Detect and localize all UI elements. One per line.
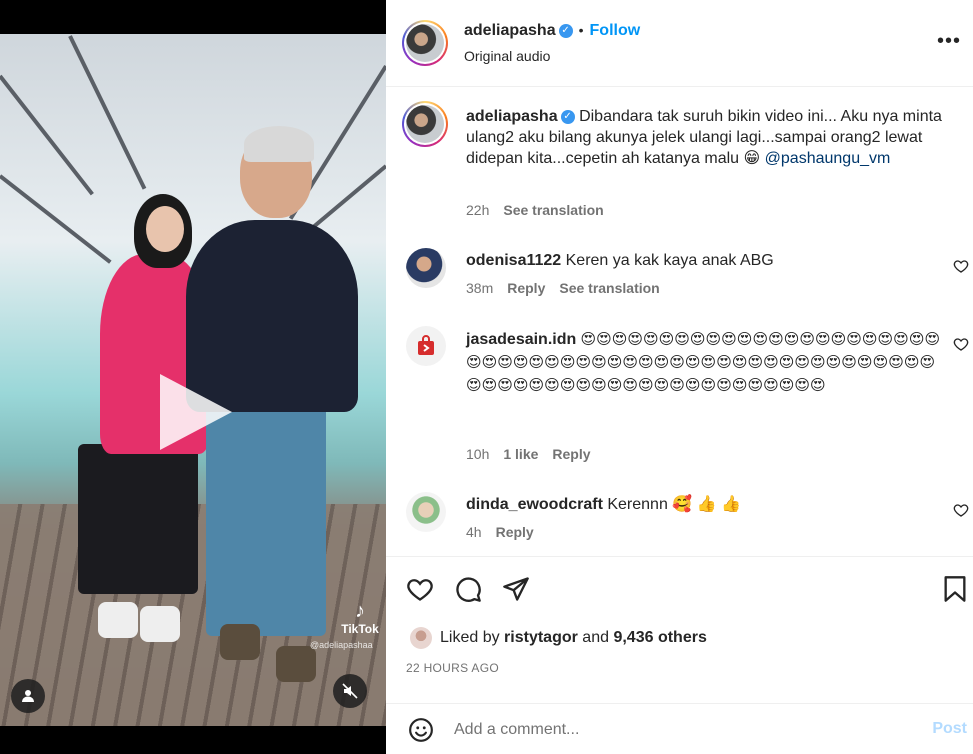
shopping-bag-icon (418, 335, 434, 355)
author-username[interactable]: adeliapasha (464, 22, 556, 39)
comment-text: odenisa1122 Keren ya kak kaya anak ABG (466, 250, 946, 271)
liked-by-label: Liked by (440, 629, 500, 646)
comment-avatar[interactable] (406, 492, 446, 532)
likes-count[interactable]: 9,436 others (613, 629, 706, 647)
comment-body: Kerennn 🥰 👍 👍 (607, 496, 741, 513)
comment-username[interactable]: odenisa1122 (466, 252, 561, 269)
comment-likes[interactable]: 1 like (503, 446, 538, 462)
mute-button[interactable] (333, 674, 367, 708)
comment-text: dinda_ewoodcraft Kerennn 🥰 👍 👍 (466, 494, 946, 515)
post-actions: Liked by ristytagor and 9,436 others 22 … (386, 556, 973, 686)
speaker-muted-icon (342, 683, 358, 699)
caption-avatar[interactable] (402, 101, 448, 147)
comment-time[interactable]: 4h (466, 524, 482, 540)
like-comment-icon[interactable] (953, 502, 969, 518)
caption-time[interactable]: 22h (466, 202, 489, 218)
comment-meta: 10h 1 like Reply (466, 446, 605, 462)
follow-button[interactable]: Follow (590, 22, 641, 39)
shoe (98, 602, 138, 638)
comment-avatar[interactable] (406, 248, 446, 288)
post-timestamp[interactable]: 22 HOURS AGO (406, 661, 499, 675)
man-cap (244, 126, 314, 162)
comment-time[interactable]: 38m (466, 280, 493, 296)
comment-body: Keren ya kak kaya anak ABG (565, 252, 774, 269)
comment-text: jasadesain.idn 😍😍😍😍😍😍😍😍😍😍😍😍😍😍😍😍😍😍😍😍😍😍😍😍😍… (466, 328, 946, 397)
separator-dot: • (578, 22, 584, 38)
more-options-icon[interactable]: ••• (937, 31, 961, 51)
play-icon[interactable] (160, 374, 232, 450)
comment-avatar[interactable] (406, 326, 446, 366)
tagged-users-button[interactable] (11, 679, 45, 713)
caption-mention[interactable]: @pashaungu_vm (765, 150, 891, 167)
shoe (220, 624, 260, 660)
liker-avatar[interactable] (410, 627, 432, 649)
author-avatar[interactable] (402, 20, 448, 66)
reply-button[interactable]: Reply (552, 446, 590, 462)
comment-meta: 4h Reply (466, 524, 548, 540)
woman-skirt (78, 444, 198, 594)
reply-button[interactable]: Reply (496, 524, 534, 540)
post-panel: adeliapasha ✓ • Follow Original audio ••• a… (386, 0, 973, 754)
verified-icon: ✓ (558, 23, 573, 38)
emoji-icon[interactable] (408, 717, 434, 743)
author-line: adeliapasha ✓ • Follow (464, 22, 640, 40)
see-translation-button[interactable]: See translation (559, 280, 659, 296)
tiktok-handle: @adeliapashaa (310, 640, 373, 650)
comment-input[interactable] (454, 718, 854, 742)
comments-list: adeliapasha ✓ Dibandara tak suruh bikin v… (386, 88, 973, 556)
comment-time[interactable]: 10h (466, 446, 489, 462)
comment-username[interactable]: jasadesain.idn (466, 331, 576, 348)
ceiling-beam (0, 174, 112, 264)
comment-username[interactable]: dinda_ewoodcraft (466, 496, 603, 513)
user-icon (22, 690, 34, 702)
comment-meta: 38m Reply See translation (466, 280, 674, 296)
like-comment-icon[interactable] (953, 336, 969, 352)
tiktok-icon: ♪ (355, 600, 365, 622)
audio-label[interactable]: Original audio (464, 48, 550, 64)
shoe (140, 606, 180, 642)
likes-summary: Liked by ristytagor and 9,436 others (410, 627, 707, 649)
video-column: ♪ TikTok @adeliapashaa (0, 0, 386, 754)
like-comment-icon[interactable] (953, 258, 969, 274)
video-player[interactable]: ♪ TikTok @adeliapashaa (0, 34, 386, 726)
ceiling-beam (0, 74, 94, 196)
likes-and: and (582, 629, 609, 646)
shoe (276, 646, 316, 682)
caption-meta: 22h See translation (466, 202, 618, 218)
liker-username[interactable]: ristytagor (504, 629, 578, 647)
heart-icon[interactable] (406, 575, 434, 603)
comment-icon[interactable] (454, 575, 482, 603)
caption-text: adeliapasha ✓ Dibandara tak suruh bikin v… (466, 106, 946, 169)
share-icon[interactable] (502, 575, 530, 603)
post-comment-button[interactable]: Post (932, 720, 967, 738)
bookmark-icon[interactable] (942, 575, 968, 603)
tiktok-label: TikTok (341, 622, 379, 636)
tiktok-watermark: ♪ TikTok (336, 600, 384, 636)
caption-username[interactable]: adeliapasha (466, 108, 558, 125)
post-header: adeliapasha ✓ • Follow Original audio ••• (386, 0, 973, 87)
woman-face (146, 206, 184, 252)
comment-composer: Post (386, 703, 973, 754)
verified-icon: ✓ (560, 109, 575, 124)
reply-button[interactable]: Reply (507, 280, 545, 296)
ceiling-beam (68, 35, 147, 190)
see-translation-button[interactable]: See translation (503, 202, 603, 218)
